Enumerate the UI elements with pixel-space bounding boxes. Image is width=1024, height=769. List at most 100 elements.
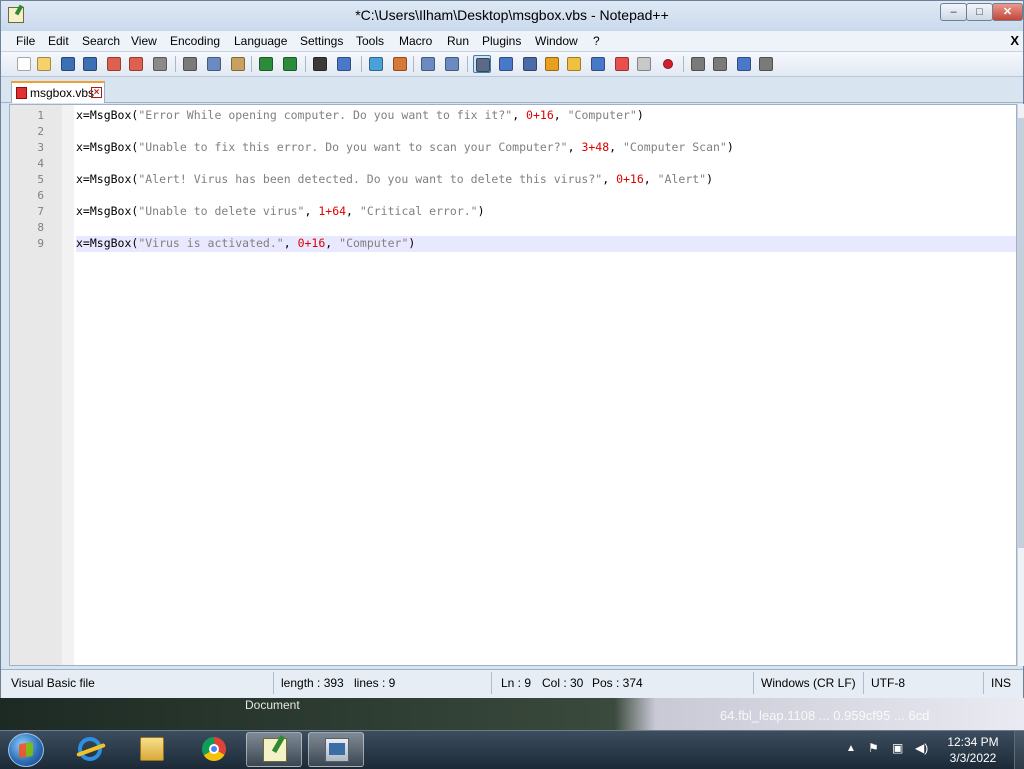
scrollbar-thumb[interactable] xyxy=(1018,118,1024,548)
start-button[interactable] xyxy=(8,733,44,767)
code-line[interactable]: x=MsgBox("Unable to delete virus", 1+64,… xyxy=(76,204,1016,220)
code-line[interactable] xyxy=(76,188,1016,204)
new-file-icon xyxy=(17,57,31,71)
menu-window[interactable]: Window xyxy=(535,34,578,48)
taskbar-file-explorer[interactable] xyxy=(124,732,180,767)
menu-help[interactable]: ? xyxy=(593,34,600,48)
indent-guide-button[interactable] xyxy=(521,55,539,73)
find-button[interactable] xyxy=(311,55,329,73)
print-button[interactable] xyxy=(151,55,169,73)
status-eol-format[interactable]: Windows (CR LF) xyxy=(761,676,856,690)
menu-tools[interactable]: Tools xyxy=(356,34,384,48)
code-line[interactable]: x=MsgBox("Alert! Virus has been detected… xyxy=(76,172,1016,188)
open-file-button[interactable] xyxy=(35,55,53,73)
sync-vertical-button[interactable] xyxy=(419,55,437,73)
menu-run[interactable]: Run xyxy=(447,34,469,48)
status-file-type: Visual Basic file xyxy=(11,676,95,690)
save-macro-button[interactable] xyxy=(757,55,775,73)
code-token: , xyxy=(512,108,527,122)
copy-button[interactable] xyxy=(205,55,223,73)
show-all-chars-button[interactable] xyxy=(497,55,515,73)
find-icon xyxy=(313,57,327,71)
code-line-current[interactable]: x=MsgBox("Virus is activated.", 0+16, "C… xyxy=(76,236,1016,252)
menu-file[interactable]: File xyxy=(16,34,35,48)
chrome-icon xyxy=(202,737,226,761)
close-icon xyxy=(107,57,121,71)
monitoring-button[interactable] xyxy=(635,55,653,73)
sync-horizontal-button[interactable] xyxy=(443,55,461,73)
redo-button[interactable] xyxy=(281,55,299,73)
taskbar-performance-monitor[interactable] xyxy=(308,732,364,767)
new-file-button[interactable] xyxy=(15,55,33,73)
folder-workspace-icon xyxy=(615,57,629,71)
volume-icon[interactable]: ◀) xyxy=(915,741,929,755)
save-all-button[interactable] xyxy=(81,55,99,73)
status-encoding[interactable]: UTF-8 xyxy=(871,676,905,690)
zoom-in-button[interactable] xyxy=(367,55,385,73)
fold-margin[interactable] xyxy=(62,105,74,665)
close-all-button[interactable] xyxy=(127,55,145,73)
toolbar-separator xyxy=(251,56,252,72)
save-icon xyxy=(61,57,75,71)
menu-macro[interactable]: Macro xyxy=(399,34,432,48)
code-line[interactable] xyxy=(76,156,1016,172)
taskbar-chrome[interactable] xyxy=(186,732,242,767)
show-desktop-button[interactable] xyxy=(1014,731,1024,769)
zoom-out-button[interactable] xyxy=(391,55,409,73)
paste-button[interactable] xyxy=(229,55,247,73)
close-button[interactable] xyxy=(105,55,123,73)
word-wrap-button[interactable] xyxy=(473,55,491,73)
tab-msgbox-vbs[interactable]: msgbox.vbs × xyxy=(11,81,105,103)
taskbar-internet-explorer[interactable] xyxy=(62,732,118,767)
code-line[interactable]: x=MsgBox("Unable to fix this error. Do y… xyxy=(76,140,1016,156)
save-button[interactable] xyxy=(59,55,77,73)
close-document-menu-icon[interactable]: X xyxy=(1010,33,1019,48)
close-window-button[interactable]: ✕ xyxy=(992,3,1023,21)
show-hidden-icons-icon[interactable]: ▲ xyxy=(846,743,856,754)
menu-edit[interactable]: Edit xyxy=(48,34,69,48)
indent-guide-icon xyxy=(523,57,537,71)
menu-language[interactable]: Language xyxy=(234,34,287,48)
status-insert-mode[interactable]: INS xyxy=(991,676,1011,690)
record-macro-button[interactable] xyxy=(659,55,677,73)
menu-view[interactable]: View xyxy=(131,34,157,48)
taskbar-notepadpp[interactable] xyxy=(246,732,302,767)
code-token: x=MsgBox( xyxy=(76,236,139,250)
maximize-button[interactable]: □ xyxy=(966,3,993,21)
stop-macro-button[interactable] xyxy=(689,55,707,73)
title-bar[interactable]: *C:\Users\Ilham\Desktop\msgbox.vbs - Not… xyxy=(1,1,1023,31)
status-column: Col : 30 xyxy=(542,676,584,690)
save-all-icon xyxy=(83,57,97,71)
clock-time: 12:34 PM xyxy=(947,735,999,749)
vertical-scrollbar[interactable] xyxy=(1017,104,1024,666)
tab-close-icon[interactable]: × xyxy=(91,87,102,98)
code-line[interactable] xyxy=(76,124,1016,140)
function-list-button[interactable] xyxy=(589,55,607,73)
run-macro-multiple-button[interactable] xyxy=(735,55,753,73)
background-overlay-text: 64.fbl_leap.1108 ... 0.959cf95 ... 6cd xyxy=(720,708,930,723)
cut-button[interactable] xyxy=(181,55,199,73)
play-macro-button[interactable] xyxy=(711,55,729,73)
menu-plugins[interactable]: Plugins xyxy=(482,34,521,48)
string-literal: "Alert! Virus has been detected. Do you … xyxy=(138,172,603,186)
line-number: 1 xyxy=(37,109,44,122)
system-clock[interactable]: 12:34 PM 3/3/2022 xyxy=(936,734,1010,766)
menu-encoding[interactable]: Encoding xyxy=(170,34,220,48)
code-editor[interactable]: 1 x=MsgBox("Error While opening computer.… xyxy=(9,104,1017,666)
user-defined-language-button[interactable] xyxy=(543,55,561,73)
document-map-button[interactable] xyxy=(565,55,583,73)
minimize-button[interactable]: – xyxy=(940,3,967,21)
status-line: Ln : 9 xyxy=(501,676,532,690)
menu-settings[interactable]: Settings xyxy=(300,34,343,48)
action-center-flag-icon[interactable]: ⚑ xyxy=(868,741,882,755)
undo-button[interactable] xyxy=(257,55,275,73)
folder-workspace-button[interactable] xyxy=(613,55,631,73)
replace-button[interactable] xyxy=(335,55,353,73)
undo-icon xyxy=(259,57,273,71)
network-icon[interactable]: ▣ xyxy=(892,741,906,755)
menu-search[interactable]: Search xyxy=(82,34,120,48)
code-line[interactable]: x=MsgBox("Error While opening computer. … xyxy=(76,108,1016,124)
line-number: 4 xyxy=(37,157,44,170)
code-line[interactable] xyxy=(76,220,1016,236)
word-wrap-icon xyxy=(476,58,490,72)
